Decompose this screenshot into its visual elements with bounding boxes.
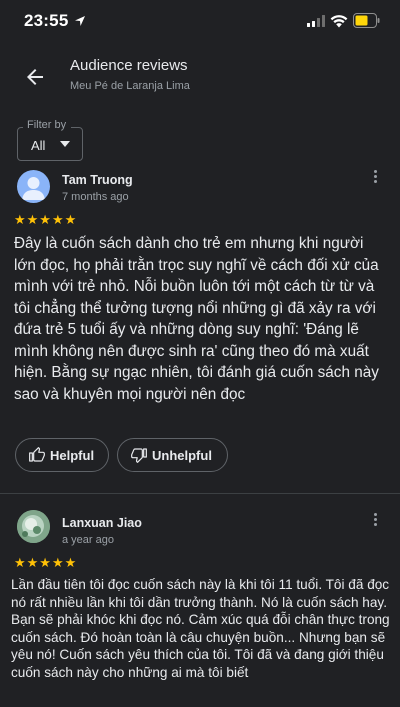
filter-selected-value: All	[31, 138, 46, 153]
location-arrow-icon	[75, 16, 85, 26]
profile-photo	[17, 510, 50, 543]
reviewer-avatar	[17, 170, 50, 203]
cellular-signal-icon	[307, 15, 325, 27]
reviews-page: 23:55 Audience reviews Meu Pé de Laranja…	[0, 0, 400, 707]
helpful-button[interactable]: Helpful	[15, 438, 109, 472]
star-rating: ★★★★★	[14, 212, 78, 227]
review-divider	[0, 493, 400, 494]
reviewer-avatar	[17, 510, 50, 543]
star-rating: ★★★★★	[14, 555, 78, 570]
arrow-left-icon	[27, 69, 43, 85]
wifi-icon	[330, 15, 348, 28]
review-more-button[interactable]	[368, 509, 382, 529]
page-title: Audience reviews	[70, 57, 188, 74]
battery-icon	[353, 13, 380, 28]
back-button[interactable]	[20, 62, 50, 92]
filter-dropdown[interactable]: All	[17, 127, 83, 161]
status-bar: 23:55	[0, 0, 400, 44]
thumb-down-icon	[131, 448, 147, 463]
helpful-label: Helpful	[50, 447, 95, 463]
reviewer-name: Lanxuan Jiao	[62, 516, 142, 530]
reviewer-name: Tam Truong	[62, 173, 133, 187]
unhelpful-label: Unhelpful	[152, 447, 212, 463]
more-vert-icon	[373, 512, 377, 516]
filter-label: Filter by	[27, 119, 67, 131]
status-time: 23:55	[24, 11, 69, 30]
review-more-button[interactable]	[368, 166, 382, 186]
review-text: Lần đầu tiên tôi đọc cuốn sách này là kh…	[11, 577, 390, 680]
dropdown-arrow-icon	[60, 141, 70, 147]
thumb-up-icon	[29, 447, 45, 462]
review-text: Đây là cuốn sách dành cho trẻ em nhưng k…	[14, 235, 379, 403]
more-vert-icon	[373, 169, 377, 173]
book-title: Meu Pé de Laranja Lima	[70, 80, 190, 92]
unhelpful-button[interactable]: Unhelpful	[117, 438, 228, 472]
review-date: 7 months ago	[62, 191, 129, 203]
person-icon	[22, 177, 45, 200]
review-date: a year ago	[62, 534, 114, 546]
